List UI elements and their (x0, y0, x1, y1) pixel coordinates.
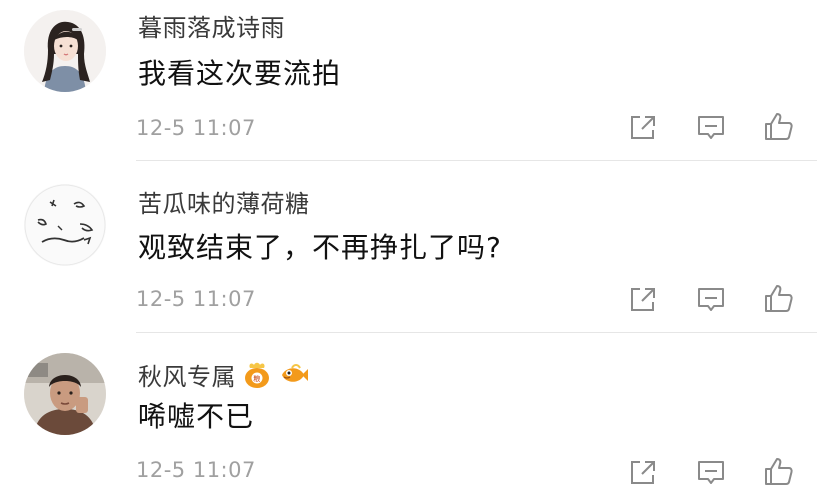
avatar[interactable] (24, 353, 106, 435)
thumbs-up-icon (765, 113, 793, 140)
like-button[interactable] (762, 282, 796, 316)
comment-text: 我看这次要流拍 (138, 57, 342, 90)
thumbs-up-icon (765, 458, 793, 485)
food-bag-badge-icon: 粮 (245, 362, 269, 388)
timestamp: 12-5 11:07 (136, 458, 256, 482)
action-bar (624, 455, 799, 489)
username-label[interactable]: 暮雨落成诗雨 (138, 8, 285, 43)
reply-button[interactable] (694, 455, 728, 489)
timestamp: 12-5 11:07 (136, 287, 256, 311)
action-bar (624, 110, 799, 144)
share-icon (631, 461, 655, 484)
reply-button[interactable] (694, 110, 728, 144)
comment-item: 暮雨落成诗雨 我看这次要流拍 12-5 11:07 (0, 0, 817, 172)
divider (136, 160, 817, 161)
like-button[interactable] (762, 110, 796, 144)
fish-badge-icon (282, 363, 308, 382)
reply-button[interactable] (694, 282, 728, 316)
username[interactable]: 暮雨落成诗雨 (138, 8, 285, 43)
share-button[interactable] (626, 282, 660, 316)
thumbs-up-icon (765, 285, 793, 312)
like-button[interactable] (762, 455, 796, 489)
svg-text:粮: 粮 (253, 374, 261, 383)
username[interactable]: 苦瓜味的薄荷糖 (138, 184, 310, 219)
share-icon (631, 288, 655, 311)
avatar-sketch-icon (24, 184, 106, 266)
comment-item: 秋风专属 粮 唏嘘不已 12-5 11:07 (0, 345, 817, 497)
username-label[interactable]: 秋风专属 (138, 357, 236, 392)
comment-text: 观致结束了，不再挣扎了吗? (138, 231, 502, 264)
username-label[interactable]: 苦瓜味的薄荷糖 (138, 184, 310, 219)
username[interactable]: 秋风专属 粮 (138, 357, 308, 392)
comment-item: 苦瓜味的薄荷糖 观致结束了，不再挣扎了吗? 12-5 11:07 (0, 172, 817, 344)
comment-icon (698, 288, 724, 311)
timestamp: 12-5 11:07 (136, 116, 256, 140)
share-button[interactable] (626, 455, 660, 489)
avatar[interactable] (24, 10, 106, 92)
comment-icon (698, 116, 724, 139)
divider (136, 332, 817, 333)
avatar[interactable] (24, 184, 106, 266)
comment-text: 唏嘘不已 (138, 400, 255, 433)
share-icon (631, 116, 655, 139)
comment-icon (698, 461, 724, 484)
avatar-photo-icon (24, 353, 106, 435)
avatar-girl-icon (24, 10, 106, 92)
action-bar (624, 282, 799, 316)
share-button[interactable] (626, 110, 660, 144)
